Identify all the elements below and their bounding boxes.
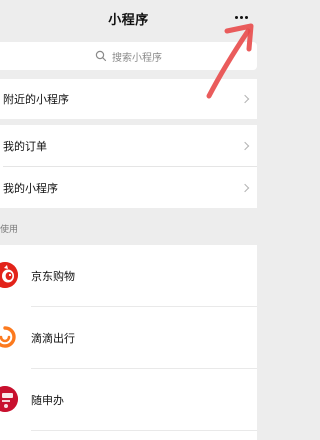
chevron-right-icon (240, 183, 250, 192)
more-dots-icon (244, 15, 248, 19)
search-bar[interactable]: 搜索小程序 (0, 42, 257, 70)
menu-item-label: 我的订单 (3, 139, 47, 153)
recent-apps-list: 京东购物 滴滴出行 随申办 (0, 245, 257, 440)
menu-item-orders[interactable]: 我的订单 (0, 125, 257, 166)
list-item-suishenban[interactable]: 随申办 (0, 369, 257, 430)
menu-item-nearby[interactable]: 附近的小程序 (0, 79, 257, 119)
list-item-didi[interactable]: 滴滴出行 (0, 307, 257, 368)
chevron-right-icon (240, 141, 250, 150)
more-dots-icon (234, 15, 238, 19)
menu-item-label: 我的小程序 (3, 181, 58, 195)
chevron-right-icon (240, 94, 250, 104)
menu-item-my-mini-programs[interactable]: 我的小程序 (0, 167, 257, 208)
navigation-bar: 小程序 (0, 0, 257, 36)
app-name: 随申办 (31, 393, 64, 407)
suishenban-logo-icon (0, 386, 18, 412)
list-item-jd[interactable]: 京东购物 (0, 245, 257, 306)
search-icon (95, 50, 107, 62)
my-card: 我的订单 我的小程序 (0, 125, 257, 208)
didi-logo-icon (0, 324, 18, 350)
divider (31, 430, 257, 431)
page-title: 小程序 (108, 13, 149, 28)
more-options-button[interactable] (231, 10, 251, 24)
app-name: 京东购物 (31, 269, 75, 283)
recent-section-header: 使用 (0, 225, 19, 235)
more-dots-icon (239, 15, 243, 19)
search-placeholder: 搜索小程序 (112, 52, 162, 64)
jd-logo-icon (0, 262, 18, 288)
menu-item-label: 附近的小程序 (3, 93, 69, 106)
app-name: 滴滴出行 (31, 331, 75, 345)
nearby-card: 附近的小程序 (0, 79, 257, 119)
